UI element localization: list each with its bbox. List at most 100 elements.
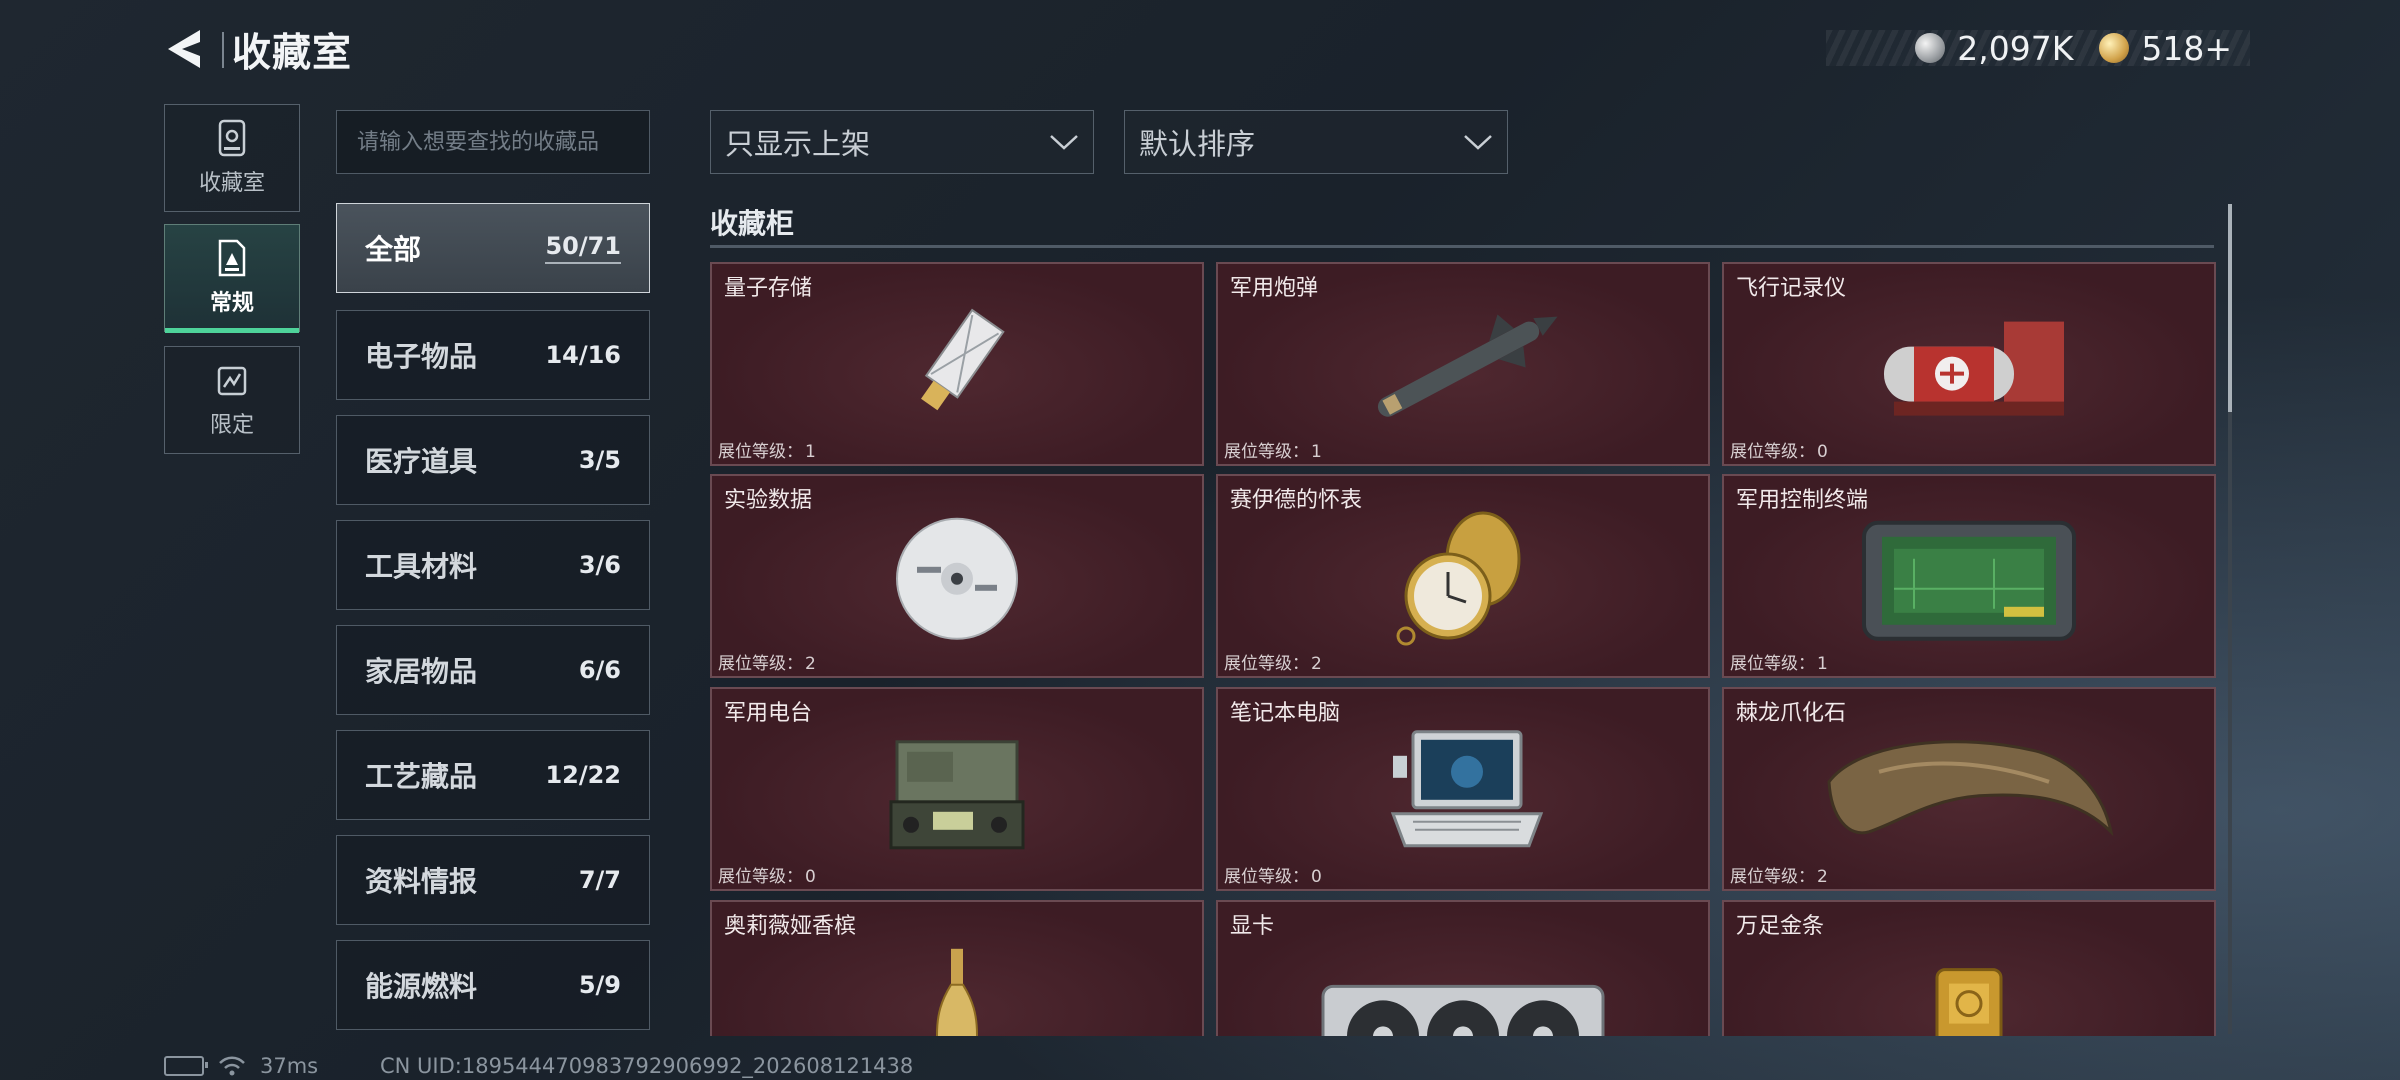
level-label: 展位等级： <box>718 442 803 462</box>
level-value: 1 <box>1817 654 1828 674</box>
category-count: 3/6 <box>578 551 621 579</box>
section-divider <box>710 245 2214 248</box>
item-card[interactable]: 万足金条 展位等级： <box>1722 900 2216 1036</box>
nav-collection-room[interactable]: 收藏室 <box>164 104 300 212</box>
category-medical[interactable]: 医疗道具 3/5 <box>336 415 650 505</box>
item-name: 赛伊德的怀表 <box>1230 488 1363 513</box>
category-count: 7/7 <box>578 866 621 894</box>
item-level: 展位等级： 0 <box>1224 862 1322 887</box>
level-label: 展位等级： <box>1730 442 1815 462</box>
item-level: 展位等级： 2 <box>1224 649 1322 674</box>
item-card[interactable]: 实验数据 展位等级： 2 <box>710 474 1204 678</box>
gold-coin-icon <box>2099 33 2130 63</box>
section-title: 收藏柜 <box>710 207 795 240</box>
back-arrow-icon[interactable] <box>160 26 212 72</box>
item-level: 展位等级： 0 <box>1730 437 1828 462</box>
category-tools[interactable]: 工具材料 3/6 <box>336 520 650 610</box>
collection-room-icon <box>218 119 246 157</box>
item-card[interactable]: 军用控制终端 展位等级： 1 <box>1722 474 2216 678</box>
item-name: 显卡 <box>1230 914 1275 939</box>
limited-icon <box>217 366 247 396</box>
collection-grid: 量子存储 展位等级： 1 军用炮弹 展位等级： 1 飞行记录仪 展位等级： 0 … <box>710 260 2216 1036</box>
level-value: 2 <box>1311 654 1322 674</box>
item-card[interactable]: 军用炮弹 展位等级： 1 <box>1216 262 1710 466</box>
category-crafts[interactable]: 工艺藏品 12/22 <box>336 730 650 820</box>
category-name: 工具材料 <box>365 550 478 583</box>
item-name: 实验数据 <box>724 488 813 513</box>
wifi-icon <box>219 1056 245 1076</box>
header-divider <box>222 32 224 68</box>
item-name: 飞行记录仪 <box>1736 276 1847 301</box>
gpu-icon <box>1321 984 1605 1036</box>
scrollbar-thumb[interactable] <box>2228 204 2232 412</box>
item-card[interactable]: 棘龙爪化石 展位等级： 2 <box>1722 687 2216 891</box>
item-name: 军用电台 <box>724 701 813 726</box>
level-label: 展位等级： <box>1224 867 1309 887</box>
chevron-down-icon <box>1464 135 1492 150</box>
item-card[interactable]: 量子存储 展位等级： 1 <box>710 262 1204 466</box>
disc-icon <box>896 517 1018 640</box>
page-title: 收藏室 <box>232 31 353 76</box>
silver-currency-value: 2,097K <box>1957 28 2074 68</box>
item-card[interactable]: 显卡 展位等级： <box>1216 900 1710 1036</box>
level-label: 展位等级： <box>1730 654 1815 674</box>
battery-icon <box>164 1056 208 1076</box>
category-all[interactable]: 全部 50/71 <box>336 203 650 293</box>
item-level: 展位等级： 1 <box>1730 649 1828 674</box>
category-name: 电子物品 <box>365 340 478 373</box>
status-bar: 37ms <box>164 1054 318 1078</box>
category-household[interactable]: 家居物品 6/6 <box>336 625 650 715</box>
category-intel[interactable]: 资料情报 7/7 <box>336 835 650 925</box>
sort-value: 默认排序 <box>1139 127 1256 161</box>
item-name: 笔记本电脑 <box>1230 701 1341 726</box>
category-name: 家居物品 <box>365 655 478 688</box>
category-count: 3/5 <box>578 446 621 474</box>
missile-icon <box>1377 314 1558 417</box>
nav-limited[interactable]: 限定 <box>164 346 300 454</box>
category-name: 资料情报 <box>365 865 478 898</box>
level-label: 展位等级： <box>718 867 803 887</box>
level-label: 展位等级： <box>1224 654 1309 674</box>
item-card[interactable]: 奥莉薇娅香槟 展位等级： <box>710 900 1204 1036</box>
nav-label: 常规 <box>209 291 254 316</box>
category-name: 全部 <box>365 233 422 266</box>
item-card[interactable]: 飞行记录仪 展位等级： 0 <box>1722 262 2216 466</box>
category-count: 12/22 <box>545 761 621 789</box>
item-level: 展位等级： 2 <box>718 649 816 674</box>
item-name: 奥莉薇娅香槟 <box>724 914 857 939</box>
laptop-icon <box>1390 730 1544 848</box>
champagne-icon <box>936 948 978 1036</box>
category-name: 能源燃料 <box>365 970 478 1003</box>
usb-drive-icon <box>921 308 1005 411</box>
category-count: 14/16 <box>545 341 621 369</box>
category-count: 6/6 <box>578 656 621 684</box>
level-label: 展位等级： <box>718 654 803 674</box>
item-name: 军用炮弹 <box>1230 276 1319 301</box>
filter-value: 只显示上架 <box>725 127 871 161</box>
category-name: 工艺藏品 <box>365 760 478 793</box>
item-name: 量子存储 <box>724 276 813 301</box>
item-card[interactable]: 军用电台 展位等级： 0 <box>710 687 1204 891</box>
silver-coin-icon <box>1915 33 1946 63</box>
item-level: 展位等级： 0 <box>718 862 816 887</box>
category-count: 50/71 <box>545 232 621 264</box>
gold-currency-value: 518+ <box>2141 28 2232 68</box>
item-card[interactable]: 笔记本电脑 展位等级： 0 <box>1216 687 1710 891</box>
nav-regular[interactable]: 常规 <box>164 224 300 333</box>
category-electronics[interactable]: 电子物品 14/16 <box>336 310 650 400</box>
search-input[interactable] <box>336 110 650 174</box>
uid-text: CN UID:18954447098379290699​2_2026081214… <box>380 1054 914 1078</box>
category-energy[interactable]: 能源燃料 5/9 <box>336 940 650 1030</box>
filter-dropdown[interactable]: 只显示上架 <box>710 110 1094 174</box>
item-card[interactable]: 赛伊德的怀表 展位等级： 2 <box>1216 474 1710 678</box>
chevron-down-icon <box>1050 135 1078 150</box>
level-value: 1 <box>1311 442 1322 462</box>
level-value: 0 <box>1817 442 1828 462</box>
nav-label: 收藏室 <box>198 171 265 196</box>
level-value: 2 <box>805 654 816 674</box>
category-count: 5/9 <box>578 971 621 999</box>
item-name: 万足金条 <box>1736 914 1825 939</box>
sort-dropdown[interactable]: 默认排序 <box>1124 110 1508 174</box>
level-label: 展位等级： <box>1730 867 1815 887</box>
level-value: 0 <box>805 867 816 887</box>
